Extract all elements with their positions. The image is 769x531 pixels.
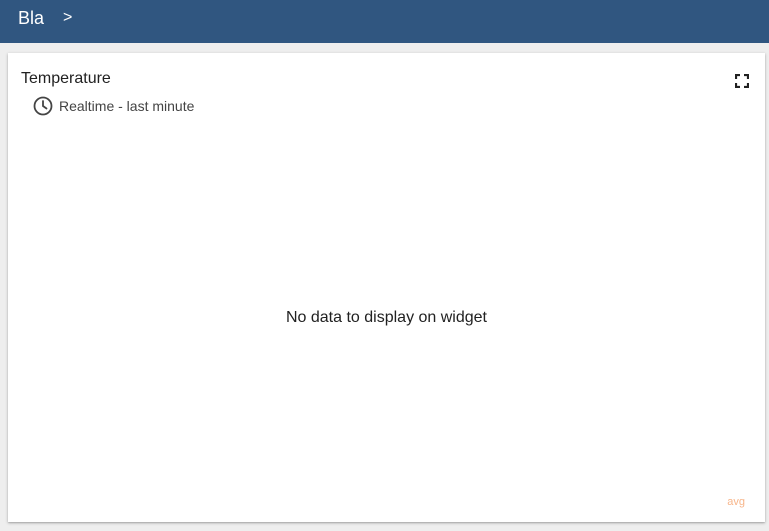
fullscreen-icon [735, 74, 749, 88]
breadcrumb-separator: > [63, 9, 73, 26]
fullscreen-button[interactable] [733, 72, 751, 90]
top-bar: Bla > [0, 0, 769, 43]
clock-icon [32, 95, 54, 117]
breadcrumb: Bla > [18, 8, 72, 28]
timewindow-label: Realtime - last minute [59, 98, 195, 114]
breadcrumb-item-root[interactable]: Bla [18, 8, 44, 28]
widget-title: Temperature [21, 70, 111, 87]
legend-avg-label: avg [727, 496, 745, 508]
temperature-widget: Temperature Realtime - last minute No da… [8, 53, 765, 522]
timewindow-selector[interactable]: Realtime - last minute [32, 95, 194, 117]
no-data-message: No data to display on widget [285, 309, 487, 326]
